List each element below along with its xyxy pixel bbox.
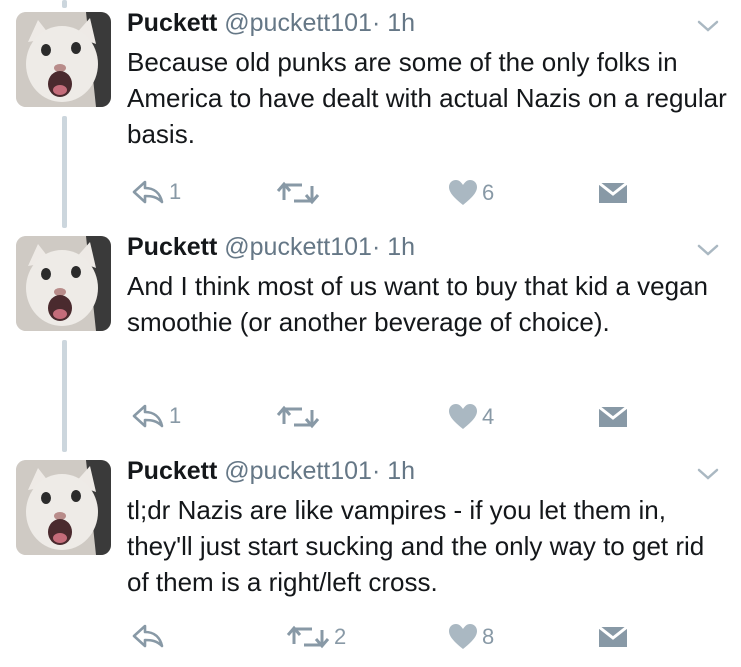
reply-button[interactable]: 1 [131, 404, 181, 428]
reply-count: 1 [169, 179, 182, 204]
direct-message-button[interactable] [598, 406, 628, 428]
separator: · [371, 9, 381, 37]
reply-icon [132, 404, 164, 428]
like-button[interactable]: 8 [448, 624, 494, 650]
envelope-icon [598, 182, 628, 203]
cat-avatar [16, 236, 111, 331]
like-count: 8 [482, 624, 495, 649]
timestamp[interactable]: 1h [387, 233, 415, 261]
envelope-icon [598, 626, 628, 647]
chevron-down-icon[interactable] [696, 466, 720, 482]
user-handle[interactable]: @puckett101 [224, 457, 372, 485]
tweet-header: Puckett @puckett101· 1h [127, 232, 415, 262]
thread-line [62, 0, 67, 8]
tweet-text: tl;dr Nazis are like vampires - if you l… [127, 495, 705, 597]
avatar[interactable] [16, 236, 111, 331]
cat-avatar [16, 12, 111, 107]
heart-icon [449, 404, 477, 429]
chevron-down-icon[interactable] [696, 18, 720, 34]
avatar[interactable] [16, 12, 111, 107]
tweet[interactable]: Puckett @puckett101· 1h tl;dr Nazis are … [0, 456, 741, 667]
tweet[interactable]: Puckett @puckett101· 1h And I think most… [0, 232, 741, 447]
retweet-icon [276, 181, 320, 205]
envelope-icon [598, 406, 628, 427]
like-button[interactable]: 4 [448, 404, 494, 430]
tweet-actions: 2 8 [0, 620, 741, 654]
reply-button[interactable]: 1 [131, 180, 181, 204]
retweet-icon [276, 405, 320, 429]
tweet-text: Because old punks are some of the only f… [127, 47, 727, 149]
retweet-button[interactable] [276, 404, 324, 430]
user-handle[interactable]: @puckett101 [224, 9, 372, 37]
separator: · [371, 233, 381, 261]
tweet-actions: 1 6 [0, 176, 741, 210]
retweet-button[interactable]: 2 [286, 624, 346, 650]
direct-message-button[interactable] [598, 182, 628, 204]
avatar[interactable] [16, 460, 111, 555]
display-name[interactable]: Puckett [127, 9, 217, 37]
reply-icon [132, 624, 164, 648]
cat-avatar [16, 460, 111, 555]
timestamp[interactable]: 1h [387, 9, 415, 37]
tweet-text: And I think most of us want to buy that … [127, 271, 709, 337]
heart-icon [449, 180, 477, 205]
retweet-icon [286, 625, 330, 649]
reply-icon [132, 180, 164, 204]
display-name[interactable]: Puckett [127, 457, 217, 485]
retweet-count: 2 [334, 624, 347, 649]
like-button[interactable]: 6 [448, 180, 494, 206]
reply-count: 1 [169, 403, 182, 428]
timestamp[interactable]: 1h [387, 457, 415, 485]
heart-icon [449, 624, 477, 649]
tweet-header: Puckett @puckett101· 1h [127, 456, 415, 486]
like-count: 4 [482, 404, 495, 429]
direct-message-button[interactable] [598, 626, 628, 648]
reply-button[interactable] [131, 624, 169, 648]
chevron-down-icon[interactable] [696, 242, 720, 258]
retweet-button[interactable] [276, 180, 324, 206]
like-count: 6 [482, 180, 495, 205]
tweet-actions: 1 4 [0, 400, 741, 434]
separator: · [371, 457, 381, 485]
tweet-header: Puckett @puckett101· 1h [127, 8, 415, 38]
tweet[interactable]: Puckett @puckett101· 1h Because old punk… [0, 8, 741, 223]
user-handle[interactable]: @puckett101 [224, 233, 372, 261]
display-name[interactable]: Puckett [127, 233, 217, 261]
